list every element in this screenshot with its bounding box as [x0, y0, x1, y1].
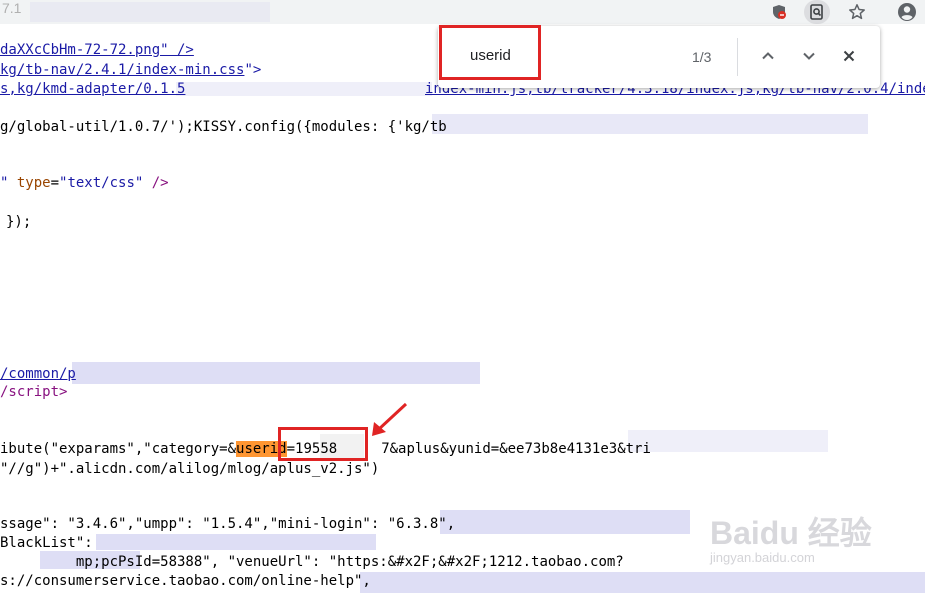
- source-link[interactable]: /common/p: [0, 366, 76, 382]
- find-divider: [737, 38, 738, 76]
- chevron-down-icon[interactable]: [797, 44, 821, 68]
- source-text: });: [6, 214, 32, 230]
- source-text: 7&aplus&yunid=&ee73b8e4131e3&tri: [381, 441, 651, 457]
- redacted-area: [628, 430, 828, 452]
- source-attr: type: [16, 175, 51, 191]
- source-link[interactable]: daXXcCbHm-72-72.png" />: [0, 42, 194, 58]
- source-text: mp;pcPsId=58388", "venueUrl": "https:&#x…: [0, 554, 624, 570]
- source-line: /script>: [0, 384, 67, 400]
- annotation-box-query: [439, 25, 541, 80]
- find-in-page-icon[interactable]: [804, 0, 830, 24]
- source-line: });: [6, 214, 31, 230]
- redacted-area: [440, 510, 690, 534]
- tab-title: 7.1: [2, 0, 22, 16]
- star-icon[interactable]: [844, 0, 870, 24]
- source-text: /script>: [0, 384, 68, 400]
- source-line: mp;pcPsId=58388", "venueUrl": "https:&#x…: [0, 554, 624, 570]
- source-text: g/global-util/1.0.7/');KISSY.config({mod…: [0, 119, 447, 135]
- source-line: ssage": "3.4.6","umpp": "1.5.4","mini-lo…: [0, 516, 455, 532]
- close-icon[interactable]: [837, 44, 861, 68]
- redacted-area: [72, 362, 480, 384]
- source-text: s://consumerservice.taobao.com/online-he…: [0, 573, 371, 589]
- source-line: /common/p: [0, 366, 76, 382]
- account-icon[interactable]: [894, 0, 920, 24]
- source-text: ssage": "3.4.6","umpp": "1.5.4","mini-lo…: [0, 516, 456, 532]
- source-text: "//g")+".alicdn.com/alilog/mlog/aplus_v2…: [0, 461, 380, 477]
- annotation-box-userid: [278, 427, 368, 461]
- browser-toolbar: 7.1: [0, 0, 925, 24]
- annotation-arrow-icon: [372, 402, 408, 436]
- source-text: BlackList":: [0, 535, 93, 551]
- source-line: s://consumerservice.taobao.com/online-he…: [0, 573, 371, 589]
- watermark-url: jingyan.baidu.com: [710, 550, 815, 565]
- source-line: BlackList":: [0, 535, 93, 551]
- source-text: ": [0, 175, 17, 191]
- source-text: />: [143, 175, 169, 191]
- source-line: "//g")+".alicdn.com/alilog/mlog/aplus_v2…: [0, 461, 379, 477]
- source-line: " type="text/css" />: [0, 175, 169, 191]
- source-link[interactable]: kg/tb-nav/2.4.1/index-min.css: [0, 62, 244, 78]
- source-link[interactable]: s,kg/kmd-adapter/0.1.5: [0, 81, 185, 97]
- source-line: daXXcCbHm-72-72.png" />: [0, 42, 194, 58]
- redacted-area: [30, 2, 270, 22]
- redacted-area: [432, 114, 868, 134]
- source-line: kg/tb-nav/2.4.1/index-min.css">: [0, 62, 261, 78]
- source-text: =: [50, 175, 60, 191]
- shield-blocked-icon[interactable]: [766, 0, 792, 24]
- redacted-area: [176, 82, 432, 96]
- redacted-area: [96, 534, 376, 550]
- watermark-text: Baidu 经验: [710, 515, 872, 551]
- chevron-up-icon[interactable]: [756, 44, 780, 68]
- source-line: s,kg/kmd-adapter/0.1.5: [0, 81, 185, 97]
- find-match-count: 1/3: [692, 49, 712, 65]
- source-text: ">: [244, 62, 262, 78]
- baidu-watermark-logo: Baidu 经验 jingyan.baidu.com: [706, 506, 906, 578]
- source-line: g/global-util/1.0.7/');KISSY.config({mod…: [0, 119, 447, 135]
- source-text: "text/css": [59, 175, 144, 191]
- source-text: ibute("exparams","category=&: [0, 441, 237, 457]
